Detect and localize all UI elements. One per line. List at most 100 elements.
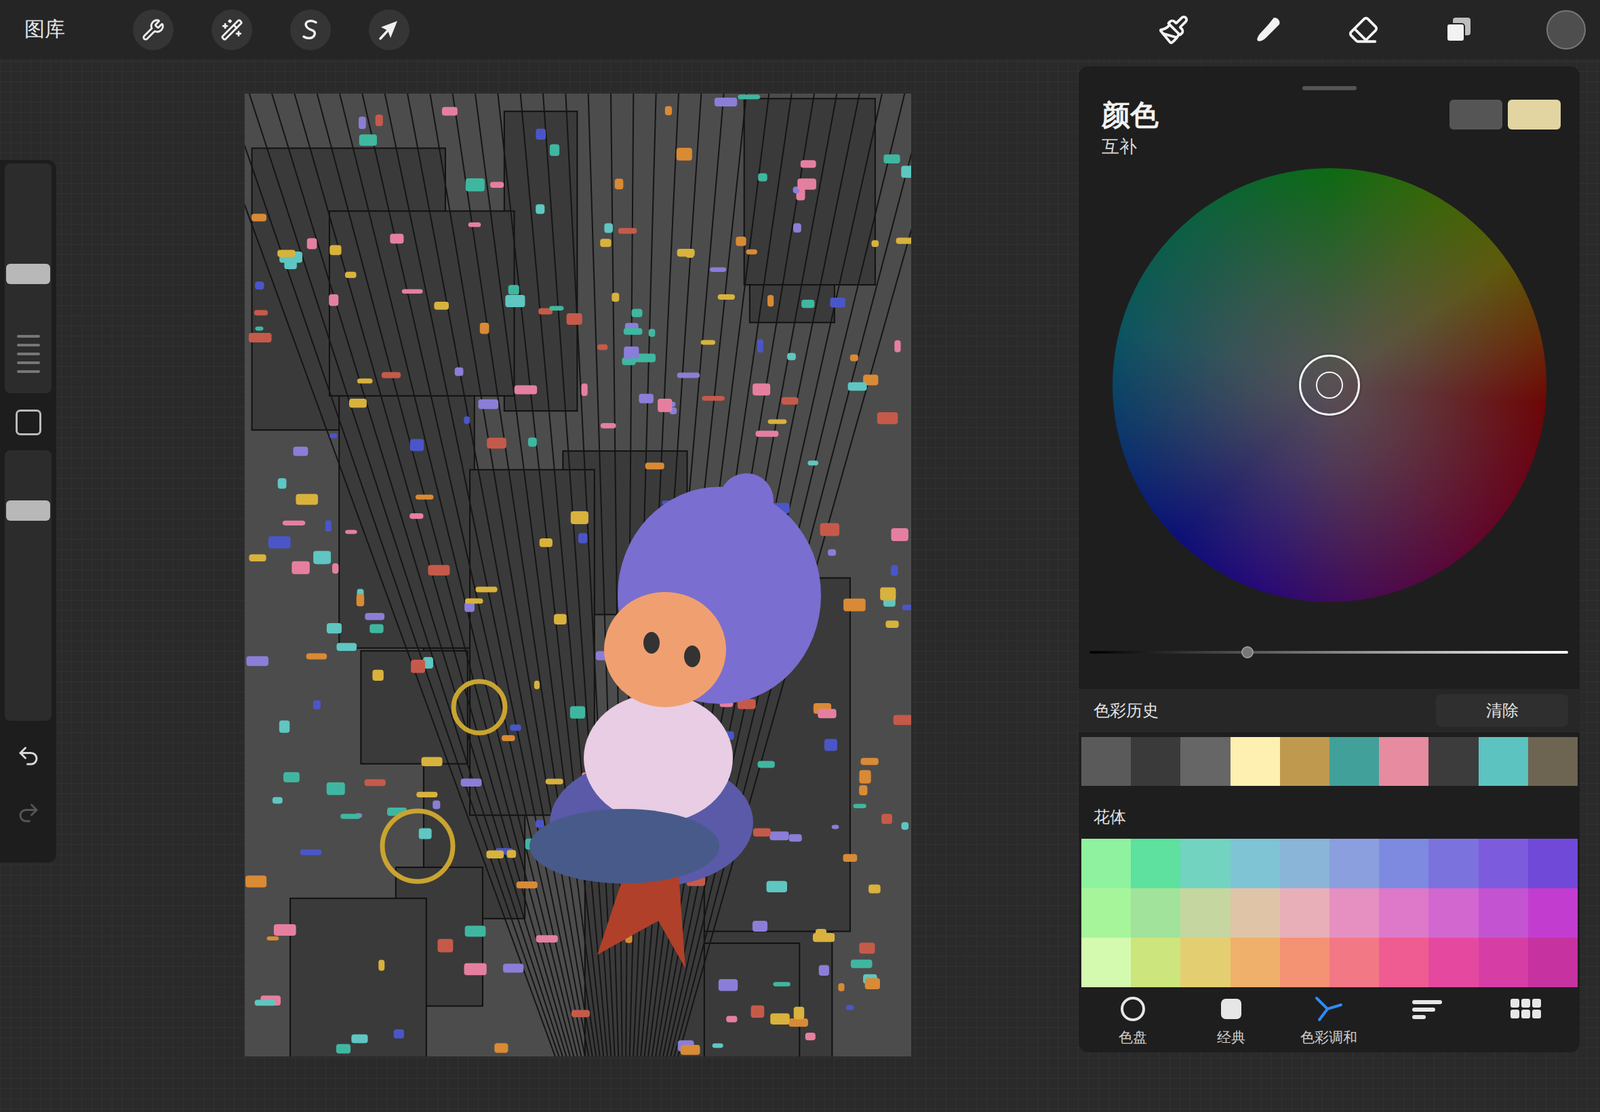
history-swatch[interactable]	[1428, 736, 1478, 786]
harmony-mode[interactable]: 互补	[1101, 134, 1159, 159]
wrench-icon	[141, 18, 165, 42]
palette-swatch[interactable]	[1428, 838, 1478, 889]
harmony-icon	[1313, 995, 1344, 1023]
mode-tab[interactable]	[1475, 993, 1575, 1047]
mode-tab[interactable]	[1378, 993, 1477, 1047]
window-light	[283, 772, 300, 783]
primary-swatch[interactable]	[1449, 99, 1503, 130]
history-swatch[interactable]	[1130, 736, 1181, 786]
history-swatch[interactable]	[1230, 736, 1280, 786]
window-light	[477, 399, 499, 409]
brightness-slider[interactable]	[1089, 645, 1569, 659]
palette-swatch[interactable]	[1230, 888, 1280, 938]
history-swatch[interactable]	[1081, 736, 1131, 786]
magic-button[interactable]	[211, 9, 253, 51]
palette-swatch[interactable]	[1478, 937, 1529, 988]
transform-button[interactable]	[368, 9, 410, 51]
palette-swatch[interactable]	[1478, 838, 1529, 889]
transform-arrow-icon	[377, 18, 401, 42]
window-light	[901, 166, 912, 179]
adjustments-button[interactable]	[132, 9, 174, 51]
top-toolbar: 图库	[0, 0, 1600, 59]
history-swatch[interactable]	[1478, 736, 1529, 786]
canvas[interactable]	[244, 93, 912, 1057]
eraser-button[interactable]	[1343, 9, 1384, 51]
color-picker-ring[interactable]	[1298, 354, 1360, 416]
palette-swatch[interactable]	[1528, 888, 1578, 938]
history-swatch[interactable]	[1280, 736, 1330, 786]
brush-size-slider[interactable]	[4, 163, 52, 394]
palette-swatch[interactable]	[1378, 888, 1429, 938]
palette-swatch[interactable]	[1528, 838, 1578, 889]
redo-button[interactable]	[16, 784, 41, 842]
palette-swatch[interactable]	[1280, 838, 1330, 889]
window-light	[718, 978, 738, 992]
palette-swatch[interactable]	[1230, 838, 1280, 889]
window-light	[349, 398, 367, 408]
modify-button[interactable]	[15, 409, 42, 436]
workspace: 颜色互补色彩历史清除花体色盘经典色彩调和	[0, 58, 1600, 1112]
window-light	[570, 511, 589, 525]
palette-swatch[interactable]	[1180, 937, 1230, 988]
window-light	[486, 437, 507, 449]
palette-swatch[interactable]	[1280, 937, 1330, 988]
mode-tab[interactable]: 色盘	[1084, 993, 1183, 1047]
history-swatch[interactable]	[1378, 736, 1429, 786]
tab-icon-box	[1410, 993, 1445, 1024]
perspective-line	[407, 93, 625, 1057]
grip-line	[16, 343, 40, 347]
window-light	[902, 604, 912, 611]
window-light	[638, 393, 653, 404]
palette-swatch[interactable]	[1428, 888, 1478, 938]
palette-swatch[interactable]	[1280, 888, 1330, 938]
clear-button[interactable]: 清除	[1435, 694, 1569, 727]
history-title: 色彩历史	[1093, 699, 1159, 722]
window-light	[415, 494, 434, 499]
palette-swatch[interactable]	[1428, 937, 1478, 988]
window-light	[843, 598, 866, 612]
slider-thumb[interactable]	[6, 263, 51, 285]
mode-tab[interactable]: 色彩调和	[1280, 993, 1379, 1047]
selection-button[interactable]	[290, 9, 331, 51]
palette-swatch[interactable]	[1528, 937, 1578, 988]
smudge-button[interactable]	[1248, 9, 1289, 51]
brush-button[interactable]	[1153, 9, 1194, 51]
palette-swatch[interactable]	[1130, 888, 1181, 938]
history-swatch[interactable]	[1528, 736, 1578, 786]
gallery-button[interactable]: 图库	[24, 15, 66, 44]
palette-swatch[interactable]	[1329, 838, 1379, 889]
window-light	[313, 700, 321, 710]
window-light	[465, 598, 484, 605]
color-wheel[interactable]	[1112, 168, 1547, 603]
history-swatch[interactable]	[1329, 736, 1379, 786]
current-color-button[interactable]	[1546, 10, 1586, 50]
palette-swatch[interactable]	[1378, 937, 1429, 988]
palette-swatch[interactable]	[1180, 838, 1230, 889]
palette-swatch[interactable]	[1329, 937, 1379, 988]
brightness-thumb[interactable]	[1241, 646, 1254, 659]
history-swatch[interactable]	[1180, 736, 1230, 786]
mode-tab[interactable]: 经典	[1182, 993, 1281, 1047]
palette-swatch[interactable]	[1130, 838, 1181, 889]
building	[290, 898, 427, 1057]
palette-swatch[interactable]	[1230, 937, 1280, 988]
window-light	[676, 147, 693, 161]
palette-swatch[interactable]	[1130, 937, 1181, 988]
slider-thumb[interactable]	[6, 500, 51, 521]
palette-swatch[interactable]	[1081, 838, 1131, 889]
window-light	[336, 642, 357, 651]
palette-swatch[interactable]	[1378, 838, 1429, 889]
magic-wand-icon	[220, 18, 244, 42]
opacity-slider[interactable]	[4, 450, 52, 721]
palette-swatch[interactable]	[1081, 888, 1131, 938]
palette-swatch[interactable]	[1180, 888, 1230, 938]
grip-line	[16, 352, 40, 356]
layers-button[interactable]	[1437, 9, 1479, 51]
palette-swatch[interactable]	[1081, 937, 1131, 988]
secondary-swatch[interactable]	[1507, 99, 1561, 130]
window-light	[545, 778, 564, 785]
undo-button[interactable]	[16, 727, 41, 785]
panel-grabber[interactable]	[1302, 86, 1357, 91]
palette-swatch[interactable]	[1478, 888, 1529, 938]
palette-swatch[interactable]	[1329, 888, 1379, 938]
